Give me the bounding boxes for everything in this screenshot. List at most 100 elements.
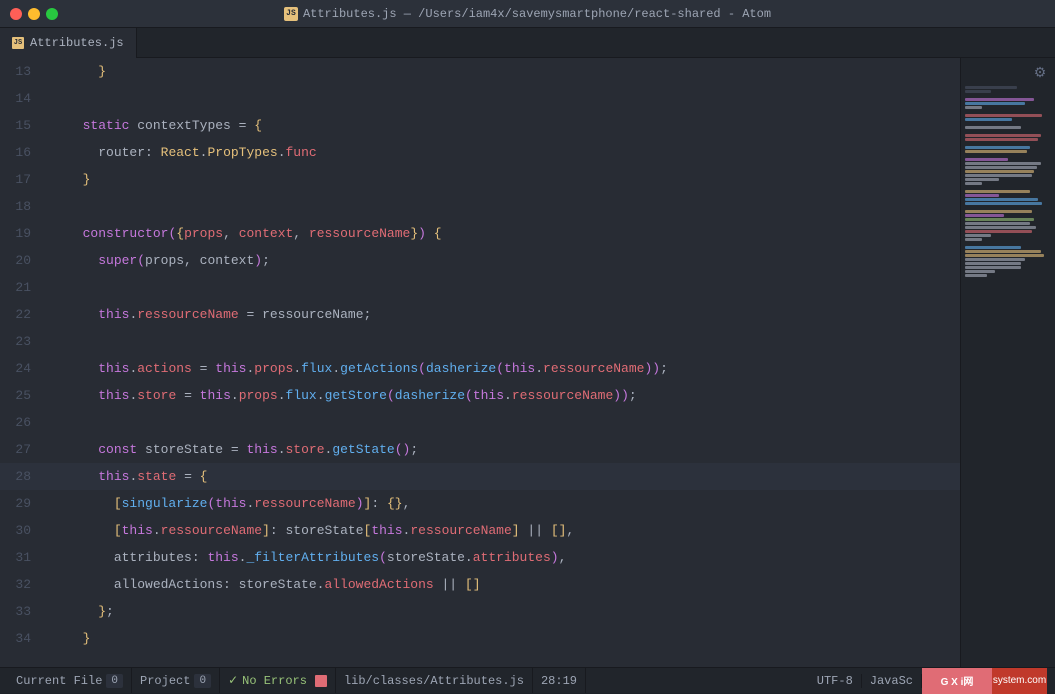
mini-line [965, 226, 1036, 229]
minimap: ⚙ [960, 58, 1055, 667]
line-content-32: allowedActions: storeState.allowedAction… [63, 571, 481, 598]
mini-line [965, 190, 1030, 193]
code-line-32: 32 allowedActions: storeState.allowedAct… [0, 571, 960, 598]
line-content-17: } [63, 166, 90, 193]
mini-line [965, 182, 982, 185]
code-line-16: 16 router: React.PropTypes.func [0, 139, 960, 166]
line-content-19: constructor({props, context, ressourceNa… [63, 220, 442, 247]
code-line-29: 29 [singularize(this.ressourceName)]: {}… [0, 490, 960, 517]
line-num-30: 30 [0, 517, 45, 544]
line-content-16: router: React.PropTypes.func [63, 139, 317, 166]
code-line-14: 14 [0, 85, 960, 112]
status-cursor-pos[interactable]: 28:19 [533, 668, 586, 693]
line-content-20: super(props, context); [63, 247, 270, 274]
code-line-34: 34 } [0, 625, 960, 652]
tab-label: Attributes.js [30, 36, 124, 50]
line-num-14: 14 [0, 85, 45, 112]
mini-line [965, 158, 1008, 161]
code-line-13: 13 } [0, 58, 960, 85]
line-content-27: const storeState = this.store.getState()… [63, 436, 418, 463]
code-line-19: 19 constructor({props, context, ressourc… [0, 220, 960, 247]
status-right: UTF-8 JavaSc G X i网 system.com [809, 668, 1047, 694]
window-controls[interactable] [10, 8, 58, 20]
line-content-25: this.store = this.props.flux.getStore(da… [63, 382, 637, 409]
tab-attributes-js[interactable]: JS Attributes.js [0, 28, 137, 58]
status-language[interactable]: JavaSc [862, 674, 922, 688]
project-label: Project [140, 674, 190, 688]
file-path-label: lib/classes/Attributes.js [344, 674, 524, 688]
maximize-button[interactable] [46, 8, 58, 20]
line-num-25: 25 [0, 382, 45, 409]
mini-line [965, 138, 1038, 141]
current-file-label: Current File [16, 674, 102, 688]
mini-line [965, 90, 991, 93]
line-num-34: 34 [0, 625, 45, 652]
code-line-33: 33 }; [0, 598, 960, 625]
line-num-17: 17 [0, 166, 45, 193]
error-icon [315, 675, 327, 687]
mini-line [965, 98, 1034, 101]
mini-line [965, 126, 1021, 129]
status-current-file[interactable]: Current File 0 [8, 668, 132, 693]
encoding-label: UTF-8 [817, 674, 853, 688]
code-line-18: 18 [0, 193, 960, 220]
status-encoding[interactable]: UTF-8 [809, 674, 862, 688]
code-line-15: 15 static contextTypes = { [0, 112, 960, 139]
system-label: system.com [992, 668, 1047, 694]
no-errors-label: No Errors [242, 674, 307, 688]
line-content-24: this.actions = this.props.flux.getAction… [63, 355, 668, 382]
current-file-badge: 0 [106, 674, 123, 688]
mini-line [965, 234, 991, 237]
mini-line [965, 218, 1034, 221]
code-line-25: 25 this.store = this.props.flux.getStore… [0, 382, 960, 409]
mini-line [965, 254, 1044, 257]
cursor-position: 28:19 [541, 674, 577, 688]
mini-line [965, 274, 987, 277]
line-num-31: 31 [0, 544, 45, 571]
code-editor[interactable]: 13 } 14 15 static contextTypes = { 16 [0, 58, 960, 667]
code-line-24: 24 this.actions = this.props.flux.getAct… [0, 355, 960, 382]
mini-line [965, 214, 1004, 217]
language-label: JavaSc [870, 674, 913, 688]
project-badge: 0 [194, 674, 211, 688]
line-content-13: } [63, 58, 106, 85]
line-num-29: 29 [0, 490, 45, 517]
mini-line [965, 258, 1025, 261]
code-line-21: 21 [0, 274, 960, 301]
mini-line [965, 202, 1042, 205]
statusbar: Current File 0 Project 0 ✓ No Errors lib… [0, 667, 1055, 693]
mini-line [965, 118, 1012, 121]
line-content-33: }; [63, 598, 114, 625]
line-content-30: [this.ressourceName]: storeState[this.re… [63, 517, 574, 544]
code-line-31: 31 attributes: this._filterAttributes(st… [0, 544, 960, 571]
code-line-28: 28 this.state = { [0, 463, 960, 490]
mini-line [965, 270, 995, 273]
gear-icon[interactable]: ⚙ [1031, 64, 1049, 82]
line-num-26: 26 [0, 409, 45, 436]
line-num-23: 23 [0, 328, 45, 355]
mini-line [965, 262, 1021, 265]
close-button[interactable] [10, 8, 22, 20]
tab-file-icon: JS [12, 37, 24, 49]
titlebar: JS Attributes.js — /Users/iam4x/savemysm… [0, 0, 1055, 28]
line-content-31: attributes: this._filterAttributes(store… [63, 544, 566, 571]
mini-line [965, 150, 1027, 153]
code-line-22: 22 this.ressourceName = ressourceName; [0, 301, 960, 328]
status-no-errors[interactable]: ✓ No Errors [220, 668, 336, 693]
line-content-22: this.ressourceName = ressourceName; [63, 301, 371, 328]
line-num-28: 28 [0, 463, 45, 490]
line-num-18: 18 [0, 193, 45, 220]
mini-line [965, 134, 1041, 137]
status-file-path[interactable]: lib/classes/Attributes.js [336, 668, 533, 693]
mini-line [965, 198, 1038, 201]
status-project[interactable]: Project 0 [132, 668, 220, 693]
mini-line [965, 222, 1030, 225]
window-title: JS Attributes.js — /Users/iam4x/savemysm… [284, 7, 771, 21]
line-num-16: 16 [0, 139, 45, 166]
mini-line [965, 170, 1034, 173]
mini-line [965, 102, 1025, 105]
mini-line [965, 114, 1042, 117]
title-file-icon: JS [284, 7, 298, 21]
minimize-button[interactable] [28, 8, 40, 20]
mini-line [965, 86, 1017, 89]
